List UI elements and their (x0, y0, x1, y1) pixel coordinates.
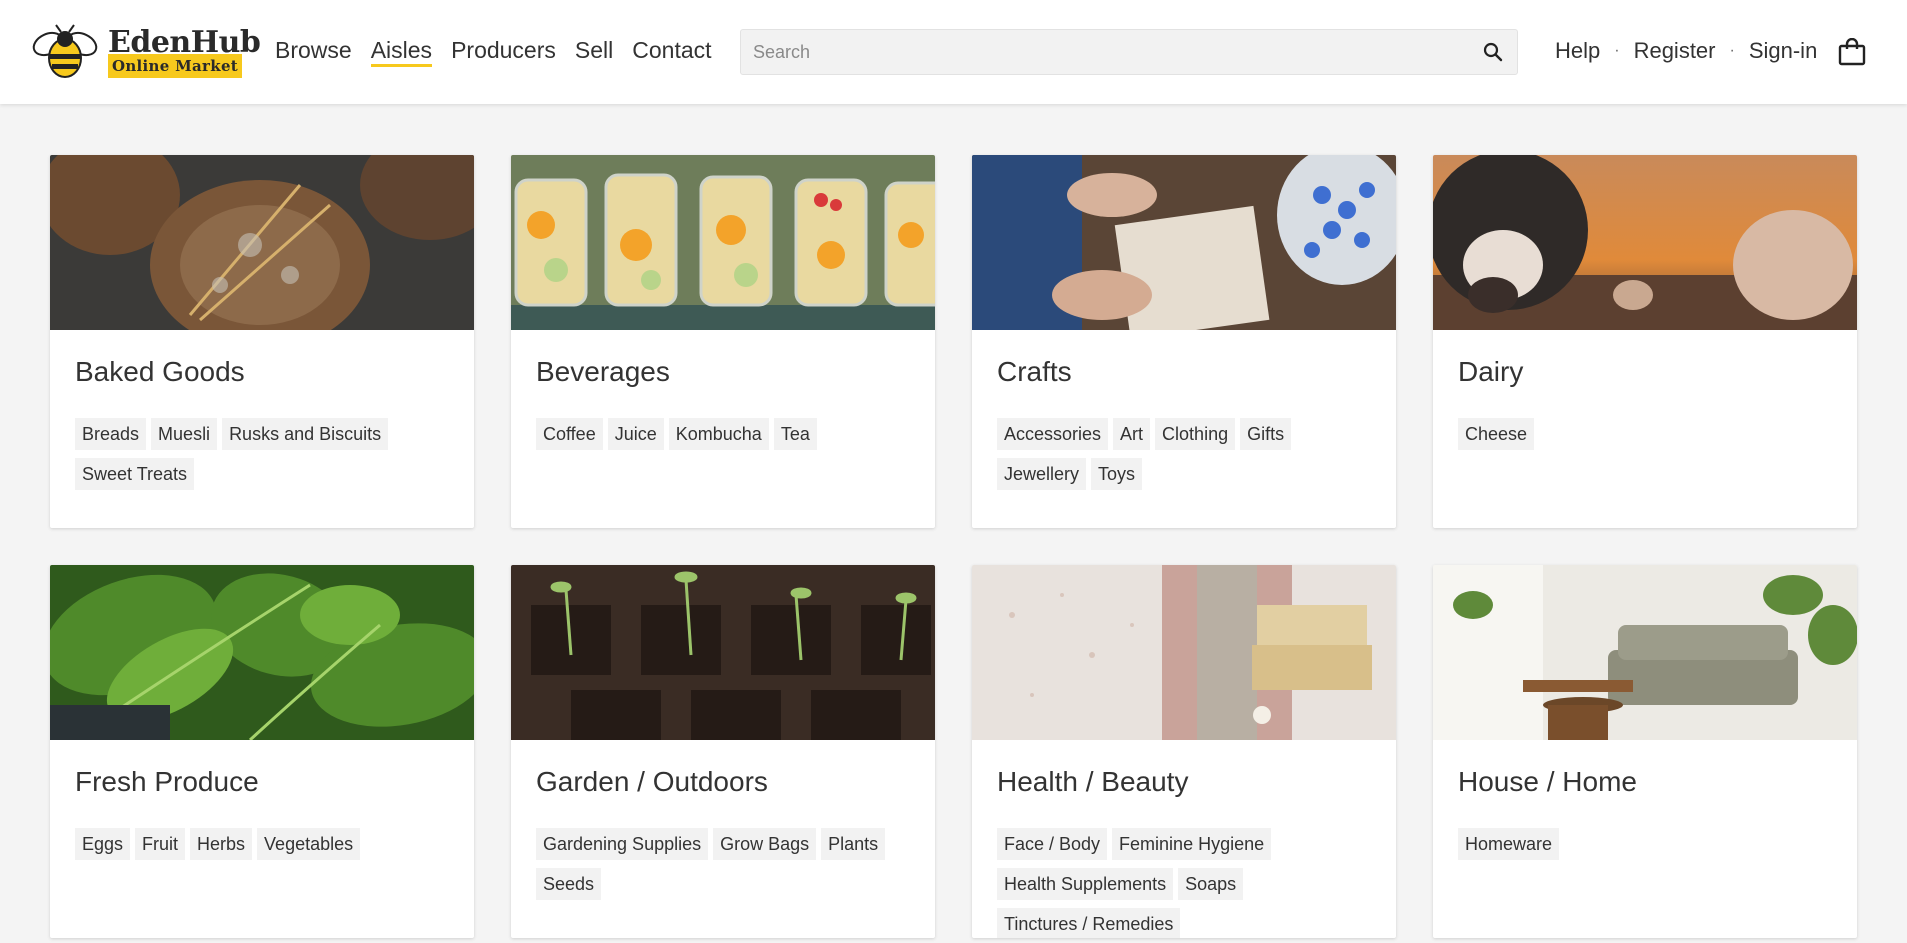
aisle-card[interactable]: Dairy Cheese (1433, 155, 1857, 528)
aisle-image (50, 565, 474, 740)
search-icon[interactable] (1481, 40, 1505, 64)
tag-list: Eggs Fruit Herbs Vegetables (75, 828, 455, 860)
tag[interactable]: Homeware (1458, 828, 1560, 860)
tag[interactable]: Juice (607, 418, 664, 450)
aisle-image (972, 155, 1396, 330)
aisle-title: Dairy (1458, 356, 1524, 387)
tag[interactable]: Tea (773, 418, 817, 450)
tag[interactable]: Plants (821, 828, 886, 860)
tag[interactable]: Tinctures / Remedies (997, 908, 1181, 938)
tag[interactable]: Herbs (190, 828, 253, 860)
aisle-title: Beverages (536, 356, 670, 387)
user-links: Help · Register · Sign-in (1555, 38, 1817, 64)
tag-list: Face / Body Feminine Hygiene Health Supp… (997, 828, 1377, 938)
tag[interactable]: Toys (1091, 458, 1143, 490)
aisle-image (50, 155, 474, 330)
tag[interactable]: Kombucha (668, 418, 769, 450)
tag[interactable]: Cheese (1458, 418, 1535, 450)
tag[interactable]: Jewellery (997, 458, 1087, 490)
tag[interactable]: Vegetables (257, 828, 361, 860)
tag[interactable]: Eggs (75, 828, 131, 860)
aisle-image (972, 565, 1396, 740)
aisle-title: Health / Beauty (997, 766, 1189, 797)
nav-aisles[interactable]: Aisles (370, 36, 433, 67)
nav-contact[interactable]: Contact (632, 36, 711, 67)
register-link[interactable]: Register (1634, 38, 1716, 64)
aisle-card[interactable]: Garden / Outdoors Gardening Supplies Gro… (511, 565, 935, 938)
separator: · (1614, 42, 1620, 59)
signin-link[interactable]: Sign-in (1749, 38, 1817, 64)
nav-sell[interactable]: Sell (575, 36, 613, 67)
tag[interactable]: Soaps (1178, 868, 1244, 900)
aisle-card[interactable]: Fresh Produce Eggs Fruit Herbs Vegetable… (50, 565, 474, 938)
aisle-card[interactable]: Crafts Accessories Art Clothing Gifts Je… (972, 155, 1396, 528)
nav-browse[interactable]: Browse (275, 36, 352, 67)
site-header: EdenHub Online Market Browse Aisles Prod… (0, 0, 1907, 104)
aisle-card[interactable]: Health / Beauty Face / Body Feminine Hyg… (972, 565, 1396, 938)
tag-list: Homeware (1458, 828, 1838, 860)
brand-tagline: Online Market (108, 54, 242, 78)
tag[interactable]: Breads (75, 418, 147, 450)
nav-producers[interactable]: Producers (451, 36, 556, 67)
aisle-image (1433, 565, 1857, 740)
main-nav: Browse Aisles Producers Sell Contact (275, 36, 712, 67)
tag[interactable]: Coffee (536, 418, 603, 450)
separator: · (1729, 42, 1735, 59)
tag[interactable]: Health Supplements (997, 868, 1174, 900)
search-box (740, 29, 1518, 75)
tag[interactable]: Grow Bags (713, 828, 817, 860)
tag-list: Accessories Art Clothing Gifts Jewellery… (997, 418, 1377, 490)
tag-list: Gardening Supplies Grow Bags Plants Seed… (536, 828, 916, 900)
tag[interactable]: Gifts (1240, 418, 1292, 450)
tag[interactable]: Fruit (135, 828, 186, 860)
aisle-card[interactable]: Beverages Coffee Juice Kombucha Tea (511, 155, 935, 528)
aisle-image (1433, 155, 1857, 330)
aisle-image (511, 565, 935, 740)
tag[interactable]: Seeds (536, 868, 602, 900)
tag[interactable]: Rusks and Biscuits (222, 418, 389, 450)
help-link[interactable]: Help (1555, 38, 1600, 64)
aisle-card[interactable]: House / Home Homeware (1433, 565, 1857, 938)
bee-icon (32, 24, 98, 78)
tag[interactable]: Muesli (151, 418, 218, 450)
shopping-bag-icon[interactable] (1838, 38, 1866, 66)
tag[interactable]: Clothing (1155, 418, 1236, 450)
search-input[interactable] (753, 30, 1453, 74)
tag[interactable]: Face / Body (997, 828, 1108, 860)
tag[interactable]: Sweet Treats (75, 458, 195, 490)
aisle-title: Garden / Outdoors (536, 766, 768, 797)
tag[interactable]: Feminine Hygiene (1112, 828, 1272, 860)
tag-list: Breads Muesli Rusks and Biscuits Sweet T… (75, 418, 455, 490)
tag[interactable]: Art (1113, 418, 1151, 450)
aisles-grid: Baked Goods Breads Muesli Rusks and Bisc… (50, 155, 1860, 938)
aisle-card[interactable]: Baked Goods Breads Muesli Rusks and Bisc… (50, 155, 474, 528)
tag[interactable]: Gardening Supplies (536, 828, 709, 860)
aisle-title: Crafts (997, 356, 1072, 387)
aisle-image (511, 155, 935, 330)
tag-list: Cheese (1458, 418, 1838, 450)
aisle-title: House / Home (1458, 766, 1637, 797)
tag[interactable]: Accessories (997, 418, 1109, 450)
aisle-title: Baked Goods (75, 356, 245, 387)
brand-logo[interactable]: EdenHub Online Market (28, 24, 261, 80)
aisle-title: Fresh Produce (75, 766, 259, 797)
tag-list: Coffee Juice Kombucha Tea (536, 418, 916, 450)
